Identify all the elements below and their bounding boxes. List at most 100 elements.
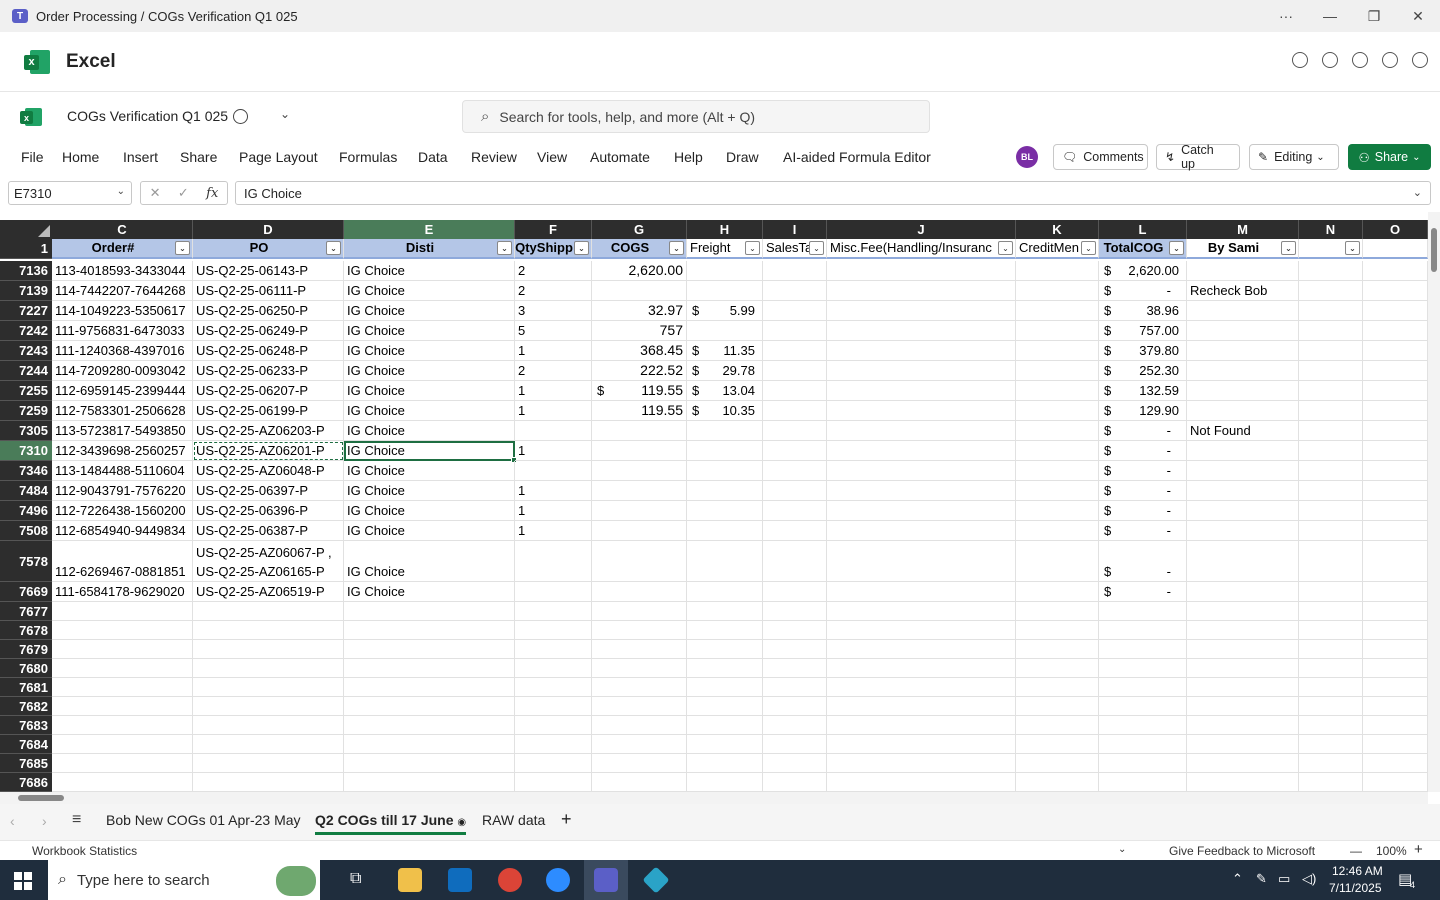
- cell-e[interactable]: [344, 716, 515, 735]
- row-header[interactable]: 7677: [0, 602, 52, 621]
- workbook-statistics[interactable]: Workbook Statistics: [32, 844, 137, 858]
- cell-d[interactable]: US-Q2-25-06250-P: [193, 301, 344, 321]
- cell-m[interactable]: [1187, 441, 1299, 461]
- cell-o[interactable]: [1363, 754, 1428, 773]
- cell-k[interactable]: [1016, 773, 1099, 792]
- cell-i[interactable]: [763, 461, 827, 481]
- filter-dropdown-icon[interactable]: ⌄: [1081, 241, 1096, 255]
- column-header-d[interactable]: D: [193, 220, 344, 239]
- cell-m[interactable]: Recheck Bob: [1187, 281, 1299, 301]
- row-header[interactable]: 1: [0, 239, 52, 259]
- cell-d[interactable]: [193, 735, 344, 754]
- cell-c[interactable]: 113-4018593-3433044: [52, 261, 193, 281]
- cell-j[interactable]: [827, 481, 1016, 501]
- cell-l[interactable]: [1099, 697, 1187, 716]
- cell-k[interactable]: [1016, 697, 1099, 716]
- cell-c[interactable]: 112-3439698-2560257: [52, 441, 193, 461]
- cell-e[interactable]: IG Choice: [344, 421, 515, 441]
- link-icon[interactable]: [1352, 52, 1368, 68]
- chevron-down-icon[interactable]: ⌄: [1413, 186, 1422, 199]
- cell-d[interactable]: US-Q2-25-AZ06048-P: [193, 461, 344, 481]
- cell-f[interactable]: [515, 461, 592, 481]
- row-header[interactable]: 7255: [0, 381, 52, 401]
- cell-e[interactable]: IG Choice: [344, 582, 515, 602]
- cell-l[interactable]: $ -: [1099, 281, 1187, 301]
- row-header[interactable]: 7685: [0, 754, 52, 773]
- cell-k[interactable]: [1016, 321, 1099, 341]
- filter-dropdown-icon[interactable]: ⌄: [574, 241, 589, 255]
- cell-f[interactable]: 2: [515, 361, 592, 381]
- cell-h[interactable]: [687, 621, 763, 640]
- prev-sheet-icon[interactable]: ‹: [10, 813, 15, 829]
- taskbar-search-input[interactable]: ⌕ Type here to search: [48, 860, 320, 900]
- cell-i[interactable]: [763, 501, 827, 521]
- cell-n[interactable]: [1299, 582, 1363, 602]
- cell-i[interactable]: [763, 640, 827, 659]
- column-header-j[interactable]: J: [827, 220, 1016, 239]
- cell-i[interactable]: [763, 582, 827, 602]
- row-header[interactable]: 7578: [0, 541, 52, 582]
- row-header[interactable]: 7242: [0, 321, 52, 341]
- row-header[interactable]: 7679: [0, 640, 52, 659]
- cell-n[interactable]: [1299, 773, 1363, 792]
- chevron-up-icon[interactable]: ⌃: [1232, 871, 1243, 887]
- cell-h[interactable]: $29.78: [687, 361, 763, 381]
- cell-c[interactable]: [52, 735, 193, 754]
- row-header[interactable]: 7678: [0, 621, 52, 640]
- add-sheet-icon[interactable]: +: [561, 809, 572, 830]
- row-header[interactable]: 7680: [0, 659, 52, 678]
- cell-l[interactable]: $ -: [1099, 582, 1187, 602]
- search-input[interactable]: ⌕ Search for tools, help, and more (Alt …: [462, 100, 930, 133]
- cell-o[interactable]: [1363, 301, 1428, 321]
- clock-time[interactable]: 12:46 AM: [1332, 864, 1383, 878]
- cell-i[interactable]: [763, 521, 827, 541]
- cell-o[interactable]: [1363, 341, 1428, 361]
- zoom-app-icon[interactable]: [546, 868, 570, 892]
- cell-i[interactable]: [763, 321, 827, 341]
- cell-g[interactable]: [592, 697, 687, 716]
- header-cell-l[interactable]: TotalCOG ⌄: [1099, 239, 1187, 259]
- cell-e[interactable]: [344, 697, 515, 716]
- cell-j[interactable]: [827, 301, 1016, 321]
- cell-c[interactable]: 112-6269467-0881851: [52, 541, 193, 582]
- copied-cell[interactable]: US-Q2-25-AZ06201-P: [193, 441, 344, 461]
- chevron-down-icon[interactable]: ⌄: [1118, 844, 1126, 855]
- tab-file[interactable]: File: [21, 149, 44, 165]
- cell-o[interactable]: [1363, 521, 1428, 541]
- cell-h[interactable]: $11.35: [687, 341, 763, 361]
- cell-o[interactable]: [1363, 621, 1428, 640]
- selected-cell[interactable]: IG Choice: [344, 441, 515, 461]
- cell-o[interactable]: [1363, 716, 1428, 735]
- column-header-n[interactable]: N: [1299, 220, 1363, 239]
- cell-f[interactable]: [515, 621, 592, 640]
- row-header[interactable]: 7683: [0, 716, 52, 735]
- sheet-tab-q2-cogs[interactable]: Q2 COGs till 17 June ◉: [315, 812, 467, 835]
- cell-i[interactable]: [763, 421, 827, 441]
- cell-n[interactable]: [1299, 401, 1363, 421]
- refresh-icon[interactable]: [1322, 52, 1338, 68]
- row-header[interactable]: 7682: [0, 697, 52, 716]
- cell-f[interactable]: 3: [515, 301, 592, 321]
- cell-h[interactable]: [687, 716, 763, 735]
- chrome-icon[interactable]: [498, 868, 522, 892]
- cell-n[interactable]: [1299, 521, 1363, 541]
- cell-h[interactable]: [687, 582, 763, 602]
- filter-dropdown-icon[interactable]: ⌄: [998, 241, 1013, 255]
- cell-j[interactable]: [827, 697, 1016, 716]
- comments-button[interactable]: 🗨 Comments: [1053, 144, 1148, 170]
- cell-o[interactable]: [1363, 281, 1428, 301]
- cell-l[interactable]: $38.96: [1099, 301, 1187, 321]
- cell-n[interactable]: [1299, 697, 1363, 716]
- cell-c[interactable]: [52, 697, 193, 716]
- cell-l[interactable]: $ -: [1099, 441, 1187, 461]
- cell-c[interactable]: 113-5723817-5493850: [52, 421, 193, 441]
- cell-e[interactable]: IG Choice: [344, 361, 515, 381]
- cell-j[interactable]: [827, 659, 1016, 678]
- cell-j[interactable]: [827, 716, 1016, 735]
- cell-d[interactable]: [193, 678, 344, 697]
- cell-g[interactable]: [592, 281, 687, 301]
- cell-f[interactable]: 1: [515, 341, 592, 361]
- share-button[interactable]: ⚇ Share ⌄: [1348, 144, 1431, 170]
- tab-share[interactable]: Share: [180, 149, 217, 165]
- pen-icon[interactable]: ✎: [1256, 871, 1267, 887]
